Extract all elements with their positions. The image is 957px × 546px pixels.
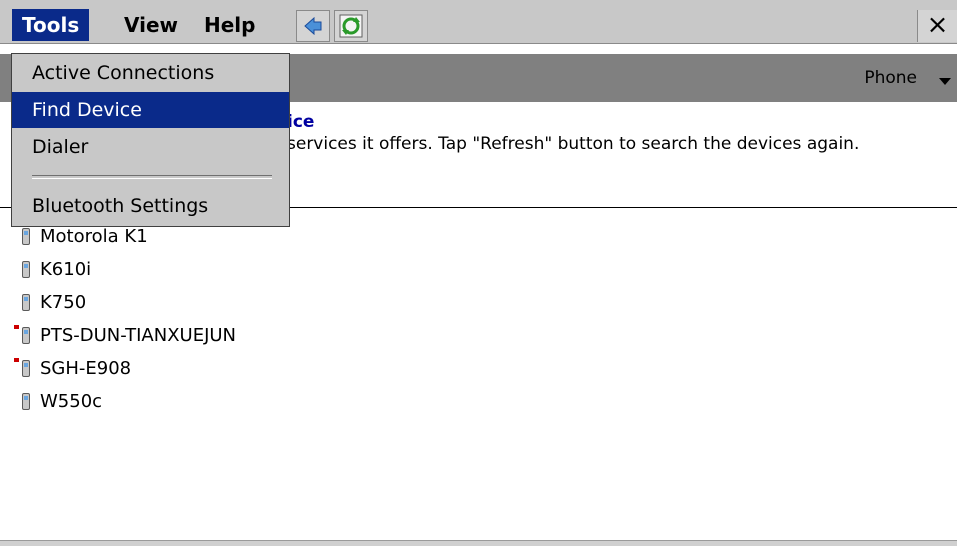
list-item[interactable]: K610i xyxy=(14,255,236,288)
menu-item-find-device[interactable]: Find Device xyxy=(12,92,289,128)
phone-icon xyxy=(22,393,30,410)
device-list: Motorola K1 K610i K750 PTS-DUN-TIANXUEJU… xyxy=(14,222,236,420)
device-type-selector[interactable]: Phone xyxy=(864,68,917,88)
menu-view[interactable]: View xyxy=(114,9,188,41)
list-item[interactable]: SGH-E908 xyxy=(14,354,236,387)
back-button[interactable] xyxy=(296,10,330,42)
instructions-text: services it offers. Tap "Refresh" button… xyxy=(287,134,860,154)
phone-icon xyxy=(22,261,30,278)
phone-icon xyxy=(22,327,30,344)
menu-item-active-connections[interactable]: Active Connections xyxy=(12,55,289,91)
menu-item-dialer[interactable]: Dialer xyxy=(12,129,289,165)
list-item[interactable]: W550c xyxy=(14,387,236,420)
chevron-down-icon[interactable] xyxy=(939,78,951,85)
refresh-button[interactable] xyxy=(334,10,368,42)
menu-item-bluetooth-settings[interactable]: Bluetooth Settings xyxy=(12,188,289,224)
phone-icon xyxy=(22,294,30,311)
menu-tools[interactable]: Tools xyxy=(12,9,90,41)
back-arrow-icon xyxy=(304,17,322,35)
bottom-bar xyxy=(0,540,957,546)
connected-marker-icon xyxy=(14,325,19,329)
device-name: K750 xyxy=(40,292,87,313)
connected-marker-icon xyxy=(14,358,19,362)
close-button[interactable]: × xyxy=(917,10,957,42)
list-item[interactable]: PTS-DUN-TIANXUEJUN xyxy=(14,321,236,354)
page-heading: ice xyxy=(287,112,315,132)
refresh-icon xyxy=(339,14,363,38)
device-name: Motorola K1 xyxy=(40,226,148,247)
phone-icon xyxy=(22,360,30,377)
menu-separator xyxy=(32,175,272,179)
list-item[interactable]: K750 xyxy=(14,288,236,321)
phone-icon xyxy=(22,228,30,245)
device-name: PTS-DUN-TIANXUEJUN xyxy=(40,325,237,346)
device-name: W550c xyxy=(40,391,103,412)
tools-menu: Active Connections Find Device Dialer Bl… xyxy=(11,53,290,227)
menu-help[interactable]: Help xyxy=(194,9,265,41)
device-name: SGH-E908 xyxy=(40,358,132,379)
device-name: K610i xyxy=(40,259,92,280)
menu-bar: Tools View Help × xyxy=(0,0,957,44)
